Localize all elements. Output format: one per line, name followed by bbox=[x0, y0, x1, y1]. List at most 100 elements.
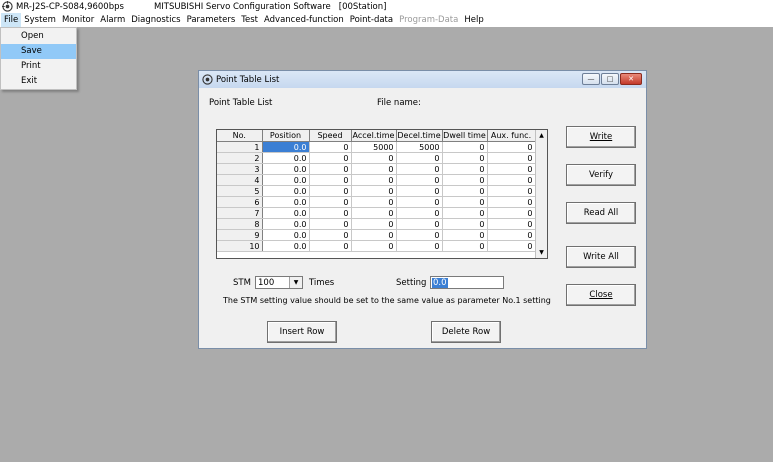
menu-monitor[interactable]: Monitor bbox=[59, 13, 97, 27]
cell-accel-time[interactable]: 0 bbox=[351, 174, 397, 186]
cell-dwell-time[interactable]: 0 bbox=[442, 152, 488, 164]
cell-dwell-time[interactable]: 0 bbox=[442, 196, 488, 208]
scroll-down-icon[interactable]: ▼ bbox=[536, 247, 547, 258]
cell-speed[interactable]: 0 bbox=[309, 240, 352, 252]
menu-point-data[interactable]: Point-data bbox=[347, 13, 396, 27]
chevron-down-icon[interactable]: ▼ bbox=[289, 277, 302, 288]
cell-accel-time[interactable]: 0 bbox=[351, 240, 397, 252]
stm-select[interactable]: 100 ▼ bbox=[255, 276, 303, 289]
table-row[interactable]: 8 0.0 0 0 0 0 0 bbox=[217, 218, 536, 230]
menu-alarm[interactable]: Alarm bbox=[97, 13, 128, 27]
cell-position[interactable]: 0.0 bbox=[262, 196, 310, 208]
cell-aux-func[interactable]: 0 bbox=[487, 174, 536, 186]
cell-aux-func[interactable]: 0 bbox=[487, 240, 536, 252]
cell-dwell-time[interactable]: 0 bbox=[442, 240, 488, 252]
cell-position[interactable]: 0.0 bbox=[262, 218, 310, 230]
table-row[interactable]: 5 0.0 0 0 0 0 0 bbox=[217, 185, 536, 197]
file-menu-exit[interactable]: Exit bbox=[1, 74, 76, 89]
cell-dwell-time[interactable]: 0 bbox=[442, 185, 488, 197]
menu-help[interactable]: Help bbox=[461, 13, 486, 27]
dialog-title-bar[interactable]: Point Table List — □ ✕ bbox=[199, 71, 646, 88]
cell-accel-time[interactable]: 0 bbox=[351, 229, 397, 241]
setting-input[interactable]: 0.0 bbox=[430, 276, 504, 289]
cell-aux-func[interactable]: 0 bbox=[487, 207, 536, 219]
cell-speed[interactable]: 0 bbox=[309, 141, 352, 153]
cell-decel-time[interactable]: 0 bbox=[396, 240, 443, 252]
cell-accel-time[interactable]: 0 bbox=[351, 185, 397, 197]
file-menu-print[interactable]: Print bbox=[1, 59, 76, 74]
table-row[interactable]: 9 0.0 0 0 0 0 0 bbox=[217, 229, 536, 241]
cell-position[interactable]: 0.0 bbox=[262, 163, 310, 175]
table-row[interactable]: 7 0.0 0 0 0 0 0 bbox=[217, 207, 536, 219]
cell-position[interactable]: 0.0 bbox=[262, 185, 310, 197]
cell-dwell-time[interactable]: 0 bbox=[442, 141, 488, 153]
close-button[interactable]: Close bbox=[566, 284, 636, 306]
cell-aux-func[interactable]: 0 bbox=[487, 185, 536, 197]
table-row[interactable]: 3 0.0 0 0 0 0 0 bbox=[217, 163, 536, 175]
column-header-decel-time[interactable]: Decel.time bbox=[396, 130, 443, 142]
cell-speed[interactable]: 0 bbox=[309, 163, 352, 175]
column-header-no[interactable]: No. bbox=[217, 130, 263, 142]
cell-dwell-time[interactable]: 0 bbox=[442, 163, 488, 175]
insert-row-button[interactable]: Insert Row bbox=[267, 321, 337, 343]
table-scrollbar[interactable]: ▲ ▼ bbox=[535, 130, 547, 258]
cell-decel-time[interactable]: 0 bbox=[396, 185, 443, 197]
menu-advanced-function[interactable]: Advanced-function bbox=[261, 13, 347, 27]
cell-position[interactable]: 0.0 bbox=[262, 174, 310, 186]
cell-decel-time[interactable]: 0 bbox=[396, 163, 443, 175]
cell-aux-func[interactable]: 0 bbox=[487, 141, 536, 153]
menu-system[interactable]: System bbox=[21, 13, 59, 27]
menu-file[interactable]: File bbox=[1, 13, 22, 27]
cell-dwell-time[interactable]: 0 bbox=[442, 229, 488, 241]
write-button[interactable]: Write bbox=[566, 126, 636, 148]
cell-decel-time[interactable]: 0 bbox=[396, 196, 443, 208]
column-header-speed[interactable]: Speed bbox=[309, 130, 352, 142]
file-menu-save[interactable]: Save bbox=[1, 44, 76, 59]
point-table[interactable]: No. Position Speed Accel.time Decel.time… bbox=[216, 129, 548, 259]
menu-diagnostics[interactable]: Diagnostics bbox=[128, 13, 183, 27]
cell-dwell-time[interactable]: 0 bbox=[442, 174, 488, 186]
cell-decel-time[interactable]: 5000 bbox=[396, 141, 443, 153]
scroll-up-icon[interactable]: ▲ bbox=[536, 130, 547, 141]
cell-decel-time[interactable]: 0 bbox=[396, 152, 443, 164]
table-row[interactable]: 6 0.0 0 0 0 0 0 bbox=[217, 196, 536, 208]
column-header-aux-func[interactable]: Aux. func. bbox=[487, 130, 536, 142]
cell-speed[interactable]: 0 bbox=[309, 229, 352, 241]
cell-decel-time[interactable]: 0 bbox=[396, 174, 443, 186]
table-row[interactable]: 10 0.0 0 0 0 0 0 bbox=[217, 240, 536, 252]
close-icon[interactable]: ✕ bbox=[620, 73, 642, 85]
cell-accel-time[interactable]: 0 bbox=[351, 207, 397, 219]
cell-accel-time[interactable]: 0 bbox=[351, 163, 397, 175]
cell-decel-time[interactable]: 0 bbox=[396, 207, 443, 219]
cell-position[interactable]: 0.0 bbox=[262, 240, 310, 252]
table-row[interactable]: 1 0.0 0 5000 5000 0 0 bbox=[217, 141, 536, 153]
cell-accel-time[interactable]: 0 bbox=[351, 218, 397, 230]
cell-accel-time[interactable]: 0 bbox=[351, 152, 397, 164]
cell-position[interactable]: 0.0 bbox=[262, 152, 310, 164]
delete-row-button[interactable]: Delete Row bbox=[431, 321, 501, 343]
column-header-dwell-time[interactable]: Dwell time bbox=[442, 130, 488, 142]
maximize-icon[interactable]: □ bbox=[601, 73, 619, 85]
cell-position[interactable]: 0.0 bbox=[262, 229, 310, 241]
cell-speed[interactable]: 0 bbox=[309, 196, 352, 208]
cell-speed[interactable]: 0 bbox=[309, 207, 352, 219]
cell-speed[interactable]: 0 bbox=[309, 185, 352, 197]
table-row[interactable]: 2 0.0 0 0 0 0 0 bbox=[217, 152, 536, 164]
cell-decel-time[interactable]: 0 bbox=[396, 229, 443, 241]
cell-speed[interactable]: 0 bbox=[309, 174, 352, 186]
cell-speed[interactable]: 0 bbox=[309, 152, 352, 164]
cell-aux-func[interactable]: 0 bbox=[487, 229, 536, 241]
cell-dwell-time[interactable]: 0 bbox=[442, 218, 488, 230]
menu-parameters[interactable]: Parameters bbox=[184, 13, 239, 27]
column-header-accel-time[interactable]: Accel.time bbox=[351, 130, 397, 142]
write-all-button[interactable]: Write All bbox=[566, 246, 636, 268]
cell-accel-time[interactable]: 0 bbox=[351, 196, 397, 208]
verify-button[interactable]: Verify bbox=[566, 164, 636, 186]
cell-position[interactable]: 0.0 bbox=[262, 207, 310, 219]
table-row[interactable]: 4 0.0 0 0 0 0 0 bbox=[217, 174, 536, 186]
cell-speed[interactable]: 0 bbox=[309, 218, 352, 230]
read-all-button[interactable]: Read All bbox=[566, 202, 636, 224]
cell-aux-func[interactable]: 0 bbox=[487, 152, 536, 164]
cell-position[interactable]: 0.0 bbox=[262, 141, 310, 153]
file-menu-open[interactable]: Open bbox=[1, 29, 76, 44]
